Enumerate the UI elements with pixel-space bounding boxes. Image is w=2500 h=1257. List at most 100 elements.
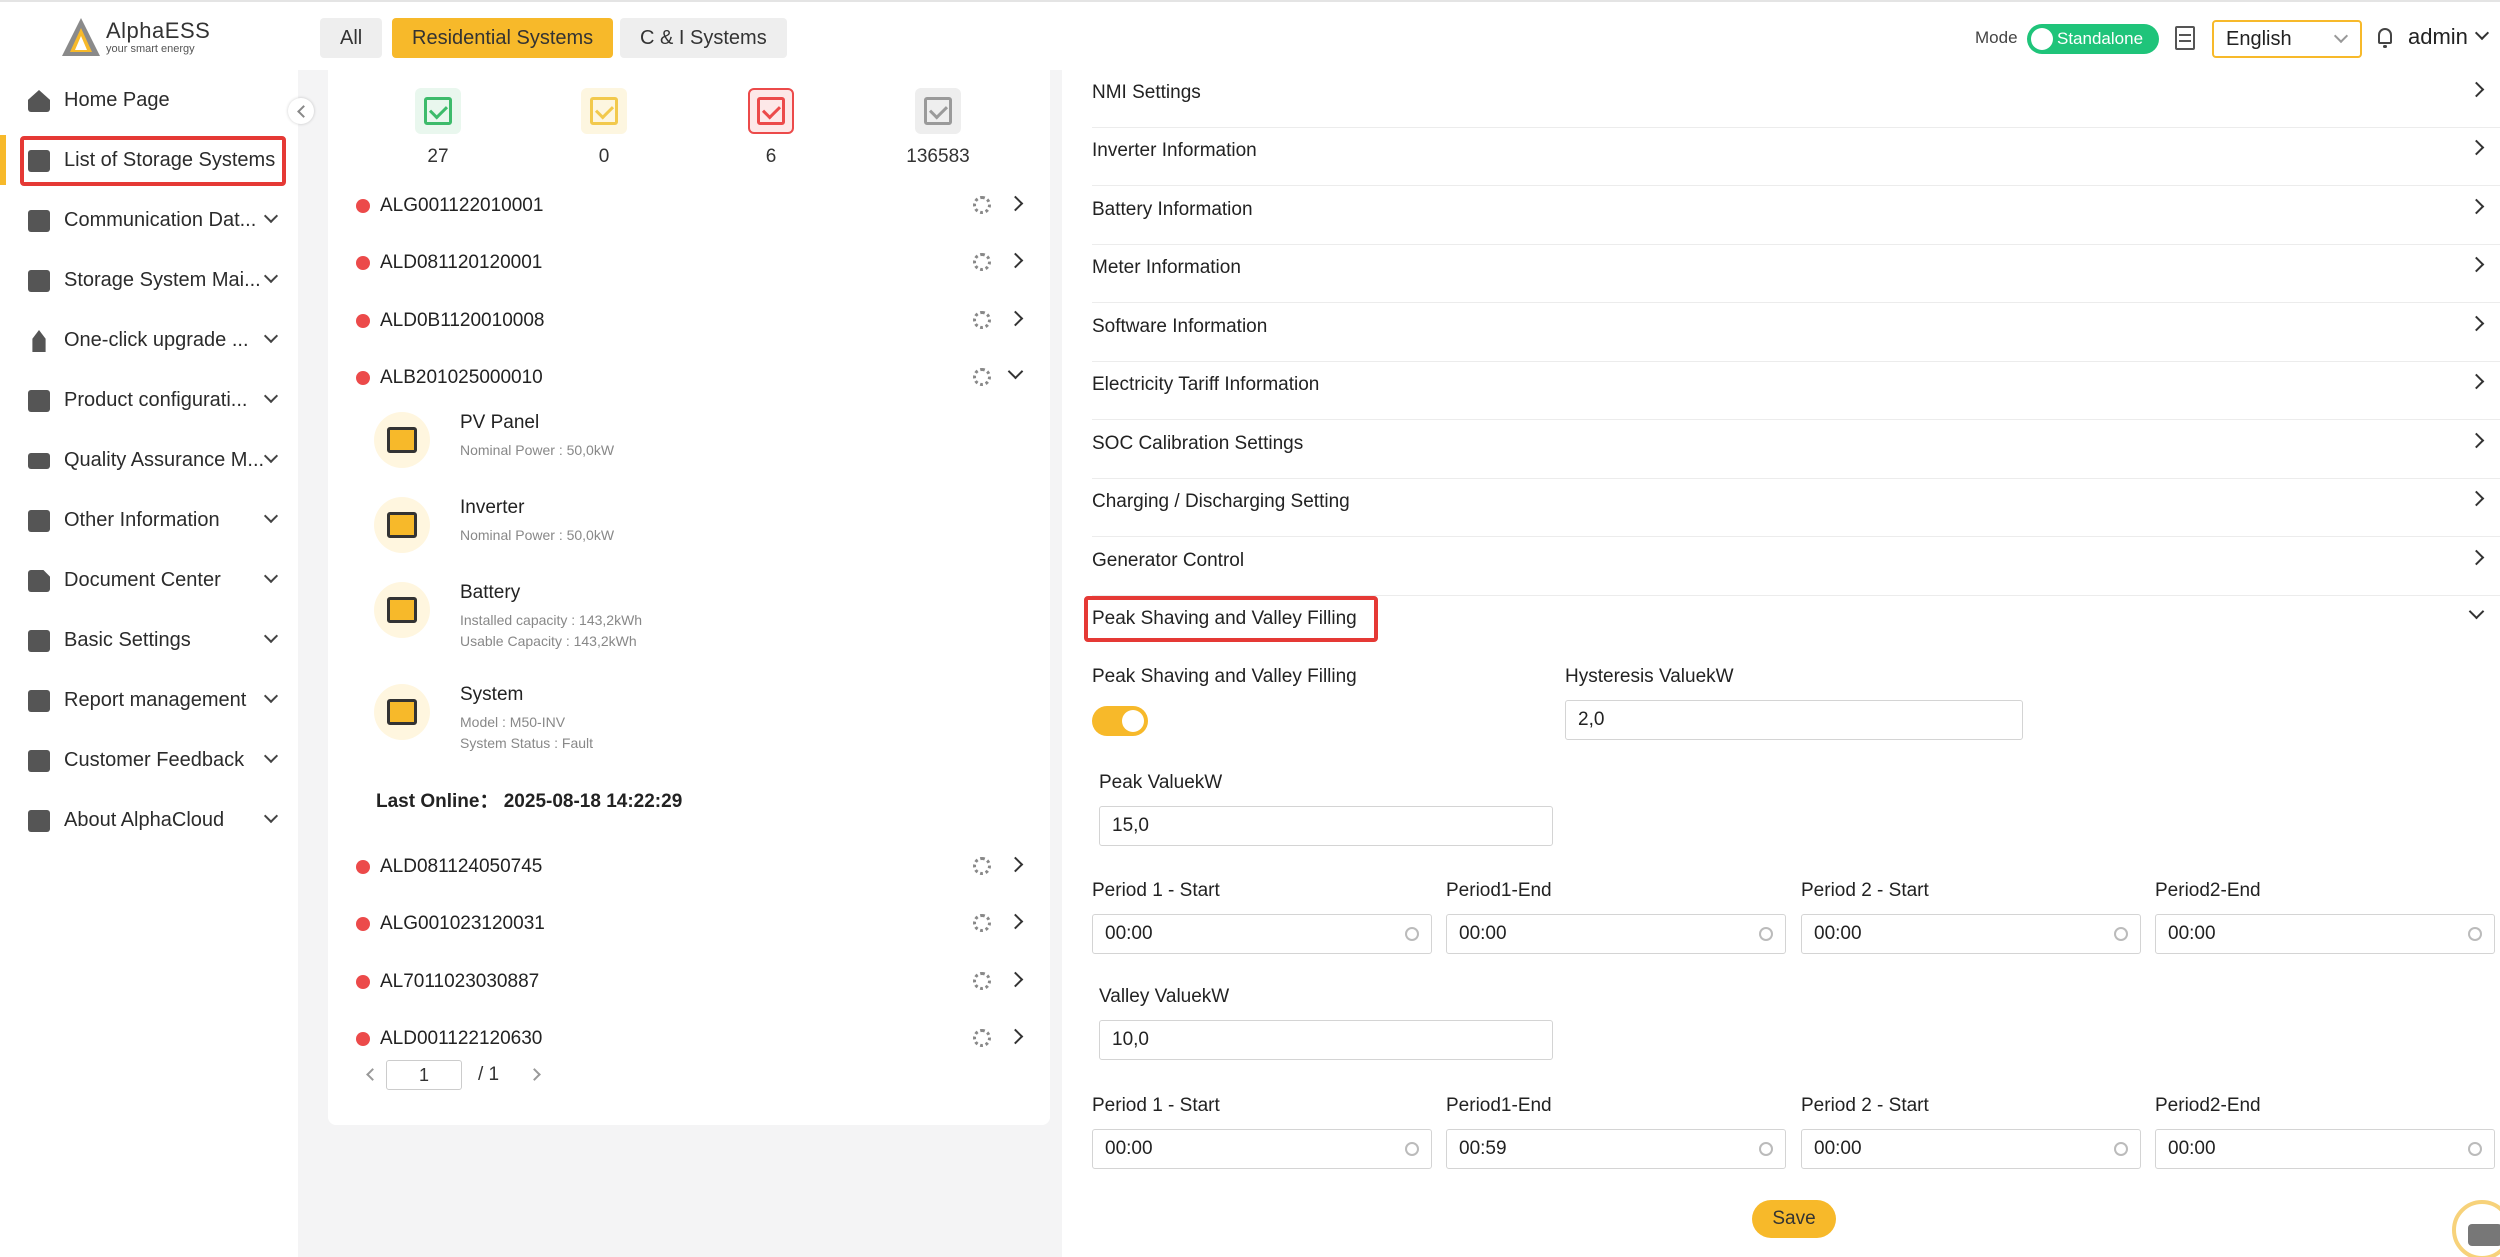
system-row[interactable]: ALD081120120001 [328, 240, 1050, 290]
tab-all[interactable]: All [320, 18, 383, 58]
logo-tagline: your smart energy [106, 42, 195, 55]
sidebar-item-report-management[interactable]: Report management [0, 675, 298, 725]
section-meter-information[interactable]: Meter Information [1092, 245, 2500, 303]
chevron-right-icon[interactable] [1007, 913, 1024, 930]
document-icon [28, 570, 50, 592]
chevron-right-icon [2468, 198, 2485, 215]
component-title: Battery [460, 582, 521, 603]
sidebar: Home Page List of Storage Systems Commun… [0, 70, 298, 1257]
sidebar-item-product-configuration[interactable]: Product configurati... [0, 375, 298, 425]
sidebar-item-quality-assurance[interactable]: Quality Assurance M... [0, 435, 298, 485]
sidebar-item-one-click-upgrade[interactable]: One-click upgrade ... [0, 315, 298, 365]
gear-icon[interactable] [973, 857, 991, 875]
sidebar-item-list-of-storage-systems[interactable]: List of Storage Systems [0, 135, 298, 185]
page-number-input[interactable] [386, 1060, 462, 1090]
system-row[interactable]: ALD001122120630 [328, 1016, 1050, 1066]
mode-label: Mode [1975, 28, 2018, 47]
system-row[interactable]: ALD081124050745 [328, 844, 1050, 894]
peak-period1-end-input[interactable]: 00:00 [1446, 914, 1786, 954]
section-nmi-settings[interactable]: NMI Settings [1092, 70, 2500, 128]
chevron-right-icon[interactable] [1007, 310, 1024, 327]
chevron-right-icon[interactable] [1007, 971, 1024, 988]
component-detail: Nominal Power : 50,0kW [460, 442, 615, 458]
user-icon [28, 210, 50, 232]
gear-icon[interactable] [973, 368, 991, 386]
chevron-down-icon [263, 628, 279, 644]
sidebar-item-about-alphacloud[interactable]: About AlphaCloud [0, 795, 298, 845]
section-inverter-information[interactable]: Inverter Information [1092, 128, 2500, 186]
chevron-right-icon[interactable] [1007, 1028, 1024, 1045]
sidebar-item-other-information[interactable]: Other Information [0, 495, 298, 545]
sidebar-item-customer-feedback[interactable]: Customer Feedback [0, 735, 298, 785]
system-row-expanded[interactable]: ALB201025000010 [328, 355, 1050, 405]
section-electricity-tariff-information[interactable]: Electricity Tariff Information [1092, 362, 2500, 420]
chevron-right-icon[interactable] [1007, 252, 1024, 269]
valley-value-input[interactable] [1099, 1020, 1553, 1060]
box-icon [28, 390, 50, 412]
device-list-icon[interactable] [2175, 26, 2195, 50]
gear-icon [28, 630, 50, 652]
peak-period1-start-input[interactable]: 00:00 [1092, 914, 1432, 954]
system-row[interactable]: ALG001023120031 [328, 901, 1050, 951]
check-icon [757, 97, 785, 125]
stat-normal[interactable]: 27 [398, 88, 478, 168]
gear-icon[interactable] [973, 311, 991, 329]
assistant-icon [2468, 1224, 2500, 1246]
valley-period2-start-input[interactable]: 00:00 [1801, 1129, 2141, 1169]
section-charging-discharging-setting[interactable]: Charging / Discharging Setting [1092, 479, 2500, 537]
section-software-information[interactable]: Software Information [1092, 304, 2500, 362]
valley-period2-end-input[interactable]: 00:00 [2155, 1129, 2495, 1169]
gear-icon[interactable] [973, 253, 991, 271]
sidebar-collapse-button[interactable] [288, 98, 314, 124]
user-chevron-down-icon[interactable] [2474, 25, 2490, 41]
gear-icon[interactable] [973, 1029, 991, 1047]
sidebar-item-label: Product configurati... [64, 389, 248, 411]
system-row[interactable]: ALD0B1120010008 [328, 298, 1050, 348]
save-button[interactable]: Save [1752, 1200, 1836, 1238]
system-row[interactable]: AL7011023030887 [328, 959, 1050, 1009]
section-battery-information[interactable]: Battery Information [1092, 187, 2500, 245]
peak-period2-end-input[interactable]: 00:00 [2155, 914, 2495, 954]
sidebar-item-document-center[interactable]: Document Center [0, 555, 298, 605]
sidebar-item-communication-data[interactable]: Communication Dat... [0, 195, 298, 245]
floating-assistant-widget[interactable] [2452, 1200, 2500, 1257]
tab-ci-systems[interactable]: C & I Systems [620, 18, 787, 58]
sidebar-item-storage-system-maintenance[interactable]: Storage System Mai... [0, 255, 298, 305]
language-select[interactable]: English [2212, 20, 2362, 58]
peak-value-input[interactable] [1099, 806, 1553, 846]
section-generator-control[interactable]: Generator Control [1092, 538, 2500, 596]
chevron-right-icon[interactable] [528, 1068, 541, 1081]
gear-icon[interactable] [973, 972, 991, 990]
valley-period1-start-input[interactable]: 00:00 [1092, 1129, 1432, 1169]
section-peak-shaving-valley-filling[interactable]: Peak Shaving and Valley Filling [1092, 596, 2500, 654]
peak-shaving-toggle-label: Peak Shaving and Valley Filling [1092, 666, 1357, 687]
mode-toggle[interactable]: Standalone [2027, 24, 2159, 54]
valley-period1-end-input[interactable]: 00:59 [1446, 1129, 1786, 1169]
peak-shaving-switch[interactable] [1092, 706, 1148, 736]
chevron-right-icon[interactable] [1007, 195, 1024, 212]
component-detail: Nominal Power : 50,0kW [460, 527, 615, 543]
chevron-right-icon[interactable] [1007, 856, 1024, 873]
tab-residential-systems[interactable]: Residential Systems [392, 18, 614, 58]
top-header: AlphaESS your smart energy All Residenti… [0, 0, 2500, 70]
section-soc-calibration-settings[interactable]: SOC Calibration Settings [1092, 421, 2500, 479]
gear-icon[interactable] [973, 914, 991, 932]
sidebar-item-home-page[interactable]: Home Page [0, 75, 298, 125]
stat-offline[interactable]: 136583 [898, 88, 978, 168]
chevron-down-icon[interactable] [1007, 363, 1024, 380]
alphaess-logo[interactable]: AlphaESS your smart energy [60, 16, 210, 58]
system-row[interactable]: ALG001122010001 [328, 183, 1050, 233]
hysteresis-input[interactable] [1565, 700, 2023, 740]
stat-warning[interactable]: 0 [564, 88, 644, 168]
gear-icon[interactable] [973, 196, 991, 214]
section-label: Software Information [1092, 316, 1268, 337]
user-menu[interactable]: admin [2408, 24, 2468, 50]
bell-icon[interactable] [2378, 28, 2392, 48]
system-id: ALD001122120630 [380, 1028, 543, 1049]
chevron-left-icon[interactable] [366, 1068, 379, 1081]
peak-period2-start-input[interactable]: 00:00 [1801, 914, 2141, 954]
sidebar-item-basic-settings[interactable]: Basic Settings [0, 615, 298, 665]
logo-name: AlphaESS [106, 17, 211, 43]
stat-fault[interactable]: 6 [731, 88, 811, 168]
section-label: Electricity Tariff Information [1092, 374, 1320, 395]
